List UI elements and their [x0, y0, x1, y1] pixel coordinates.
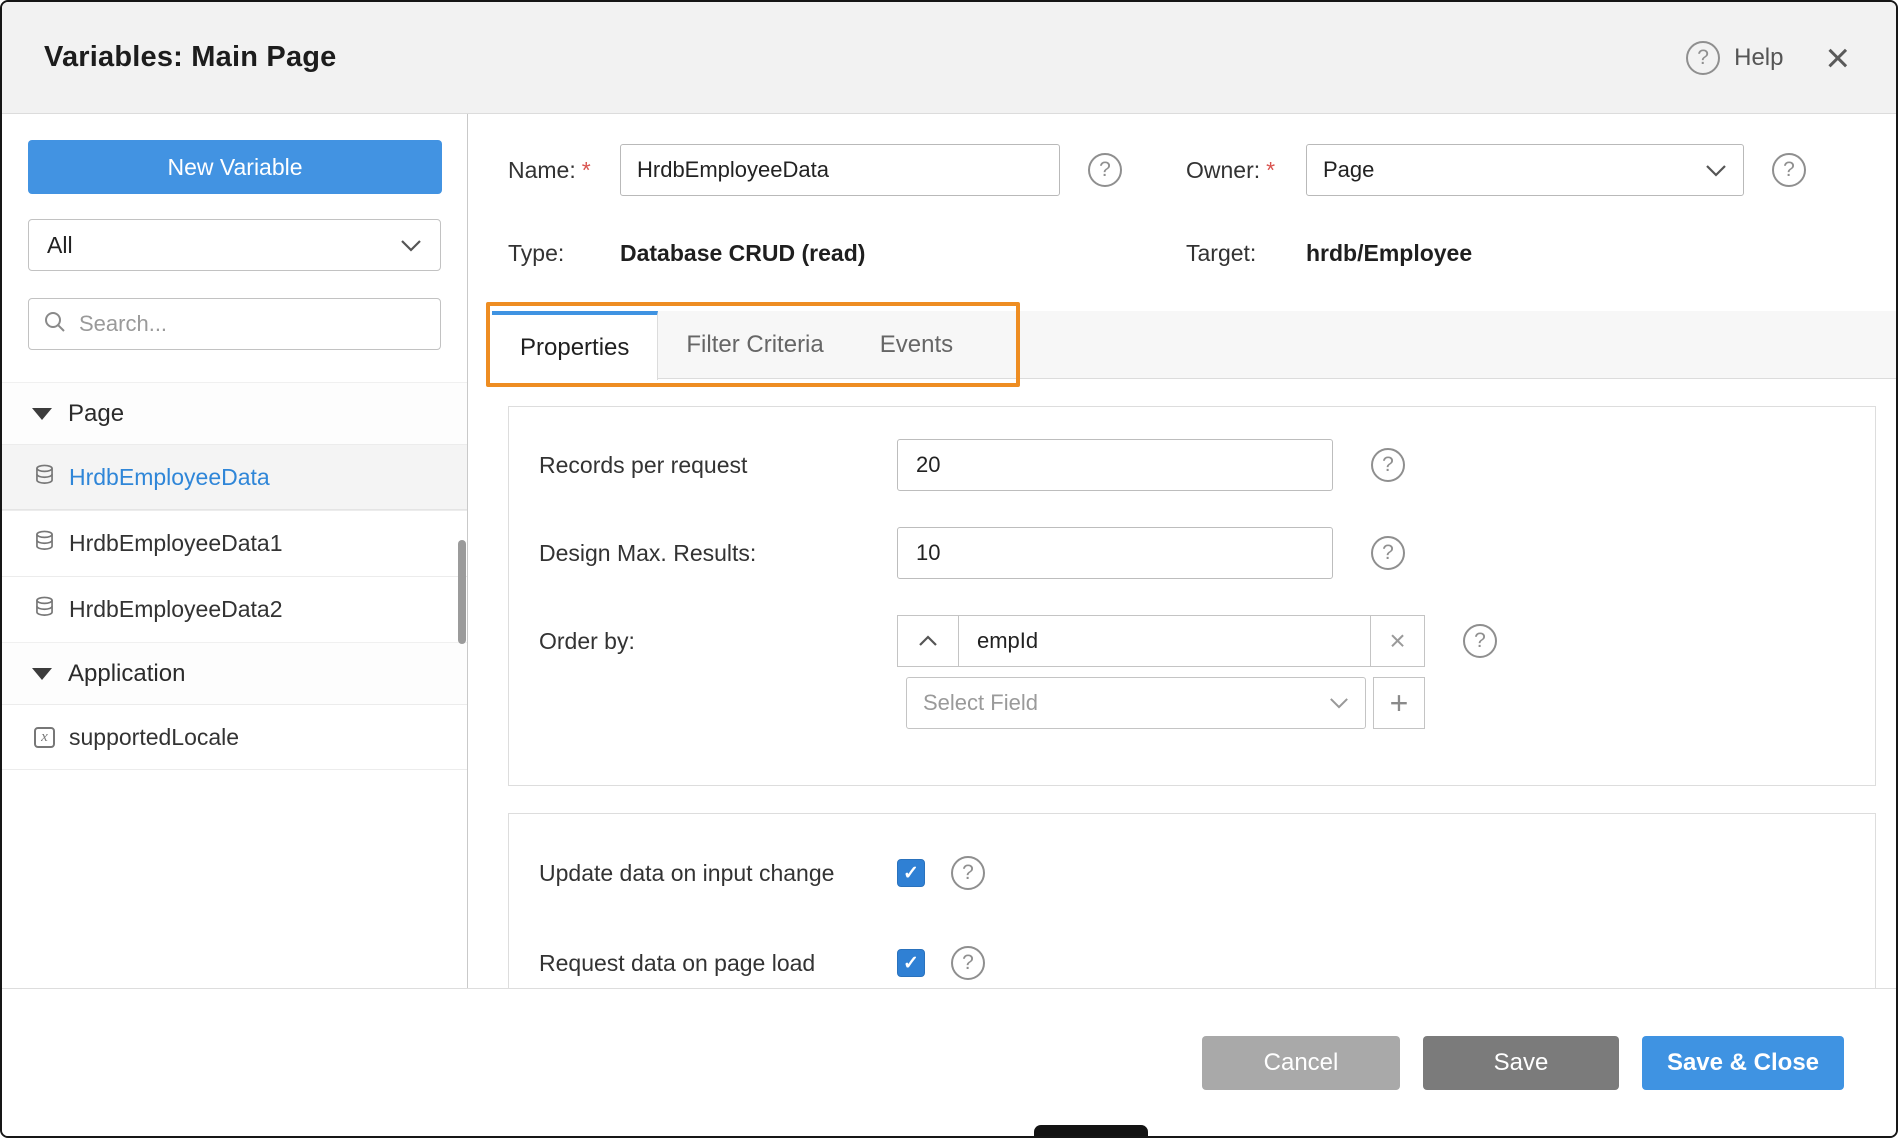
- tree-group-application[interactable]: Application: [2, 642, 467, 704]
- owner-select-value: Page: [1323, 157, 1374, 183]
- database-icon: [34, 596, 55, 623]
- tree-group-page[interactable]: Page: [2, 382, 467, 444]
- dialog-body: New Variable All Page: [2, 114, 1896, 988]
- update-on-change-row: Update data on input change ✓ ?: [539, 856, 1875, 890]
- required-asterisk: *: [582, 157, 591, 183]
- target-label: Target:: [1186, 240, 1306, 267]
- target-value: hrdb/Employee: [1306, 240, 1866, 267]
- order-by-add-row: Select Field +: [906, 677, 1425, 729]
- tab-properties[interactable]: Properties: [492, 311, 658, 380]
- records-per-request-input[interactable]: [897, 439, 1333, 491]
- help-label[interactable]: Help: [1734, 44, 1783, 72]
- select-field-placeholder: Select Field: [923, 690, 1038, 716]
- tree-item-label: supportedLocale: [69, 724, 239, 751]
- tree-item-hrdbemployeedata2[interactable]: HrdbEmployeeData2: [2, 576, 467, 642]
- design-max-results-input[interactable]: [897, 527, 1333, 579]
- update-on-change-help-icon[interactable]: ?: [951, 856, 985, 890]
- variable-summary-form: Name:* ? Owner:* Page ?: [508, 144, 1866, 267]
- owner-label: Owner:*: [1186, 157, 1306, 184]
- order-by-row: Order by: empId ×: [539, 615, 1875, 729]
- locale-variable-icon: x: [34, 727, 55, 748]
- chevron-down-icon: [400, 239, 422, 252]
- update-on-change-label: Update data on input change: [539, 860, 897, 887]
- close-icon[interactable]: ×: [1825, 37, 1850, 79]
- save-and-close-button[interactable]: Save & Close: [1642, 1036, 1844, 1090]
- tree-item-hrdbemployeedata[interactable]: HrdbEmployeeData: [2, 444, 467, 510]
- sort-ascending-button[interactable]: [897, 615, 959, 667]
- owner-select[interactable]: Page: [1306, 144, 1744, 196]
- tree-item-hrdbemployeedata1[interactable]: HrdbEmployeeData1: [2, 510, 467, 576]
- design-max-results-label: Design Max. Results:: [539, 540, 897, 567]
- chevron-down-icon: [1329, 697, 1349, 709]
- tree-item-label: HrdbEmployeeData1: [69, 530, 283, 557]
- request-on-load-checkbox[interactable]: ✓: [897, 949, 925, 977]
- behavior-panel: Update data on input change ✓ ? Request …: [508, 813, 1876, 988]
- database-icon: [34, 530, 55, 557]
- tab-events[interactable]: Events: [852, 311, 981, 379]
- records-per-request-row: Records per request ?: [539, 439, 1875, 491]
- check-icon: ✓: [903, 952, 919, 975]
- update-on-change-checkbox[interactable]: ✓: [897, 859, 925, 887]
- tree-group-label: Application: [68, 660, 185, 688]
- save-button[interactable]: Save: [1423, 1036, 1619, 1090]
- tree-item-supportedlocale[interactable]: x supportedLocale: [2, 704, 467, 770]
- chevron-up-icon: [918, 635, 938, 647]
- variables-sidebar: New Variable All Page: [2, 114, 468, 988]
- variable-filter-select[interactable]: All: [28, 219, 441, 271]
- remove-icon: ×: [1389, 625, 1405, 657]
- request-on-load-help-icon[interactable]: ?: [951, 946, 985, 980]
- name-input[interactable]: [620, 144, 1060, 196]
- max-results-help-icon[interactable]: ?: [1371, 536, 1405, 570]
- order-by-field[interactable]: empId: [959, 615, 1371, 667]
- cancel-button[interactable]: Cancel: [1202, 1036, 1400, 1090]
- sidebar-scrollbar[interactable]: [458, 540, 466, 644]
- tree-item-label: HrdbEmployeeData2: [69, 596, 283, 623]
- help-icon[interactable]: ?: [1686, 41, 1720, 75]
- collapse-triangle-icon: [32, 668, 52, 680]
- variables-dialog: Variables: Main Page ? Help × New Variab…: [0, 0, 1898, 1138]
- name-label: Name:*: [508, 157, 620, 184]
- tree-item-label: HrdbEmployeeData: [69, 464, 270, 491]
- variable-filter-value: All: [47, 232, 73, 259]
- add-order-field-button[interactable]: +: [1373, 677, 1425, 729]
- variable-detail-panel: Name:* ? Owner:* Page ?: [468, 114, 1896, 988]
- search-icon: [43, 310, 67, 339]
- design-max-results-row: Design Max. Results: ?: [539, 527, 1875, 579]
- tree-group-label: Page: [68, 400, 124, 428]
- records-help-icon[interactable]: ?: [1371, 448, 1405, 482]
- name-field-wrap: ?: [620, 144, 1186, 196]
- order-by-help-icon[interactable]: ?: [1463, 624, 1497, 658]
- properties-panel: Records per request ? Design Max. Result…: [508, 406, 1876, 786]
- owner-field-wrap: Page ?: [1306, 144, 1866, 196]
- order-by-current: empId ×: [897, 615, 1425, 667]
- collapse-triangle-icon: [32, 408, 52, 420]
- add-icon: +: [1390, 685, 1409, 722]
- records-per-request-label: Records per request: [539, 452, 897, 479]
- tab-filter-criteria[interactable]: Filter Criteria: [658, 311, 851, 379]
- name-help-icon[interactable]: ?: [1088, 153, 1122, 187]
- header-actions: ? Help ×: [1686, 37, 1850, 79]
- variables-tree: Page HrdbEmployeeData HrdbEmployeeData1: [2, 382, 467, 770]
- select-field-dropdown[interactable]: Select Field: [906, 677, 1366, 729]
- page-title: Variables: Main Page: [44, 41, 337, 74]
- chevron-down-icon: [1705, 164, 1727, 177]
- search-input[interactable]: [79, 311, 426, 337]
- check-icon: ✓: [903, 862, 919, 885]
- type-value: Database CRUD (read): [620, 240, 1186, 267]
- type-label: Type:: [508, 240, 620, 267]
- request-on-load-label: Request data on page load: [539, 950, 897, 977]
- order-by-label: Order by:: [539, 615, 897, 667]
- detail-tabbar: Properties Filter Criteria Events: [492, 311, 1896, 379]
- remove-order-field-button[interactable]: ×: [1371, 615, 1425, 667]
- owner-help-icon[interactable]: ?: [1772, 153, 1806, 187]
- request-on-load-row: Request data on page load ✓ ?: [539, 946, 1875, 980]
- search-box: [28, 298, 441, 350]
- new-variable-button[interactable]: New Variable: [28, 140, 442, 194]
- background-device-bar: [1034, 1125, 1148, 1136]
- dialog-header: Variables: Main Page ? Help ×: [2, 2, 1896, 114]
- database-icon: [34, 464, 55, 491]
- required-asterisk: *: [1266, 157, 1275, 183]
- order-by-control: empId × Select Field: [897, 615, 1425, 729]
- dialog-footer: Cancel Save Save & Close: [2, 988, 1896, 1136]
